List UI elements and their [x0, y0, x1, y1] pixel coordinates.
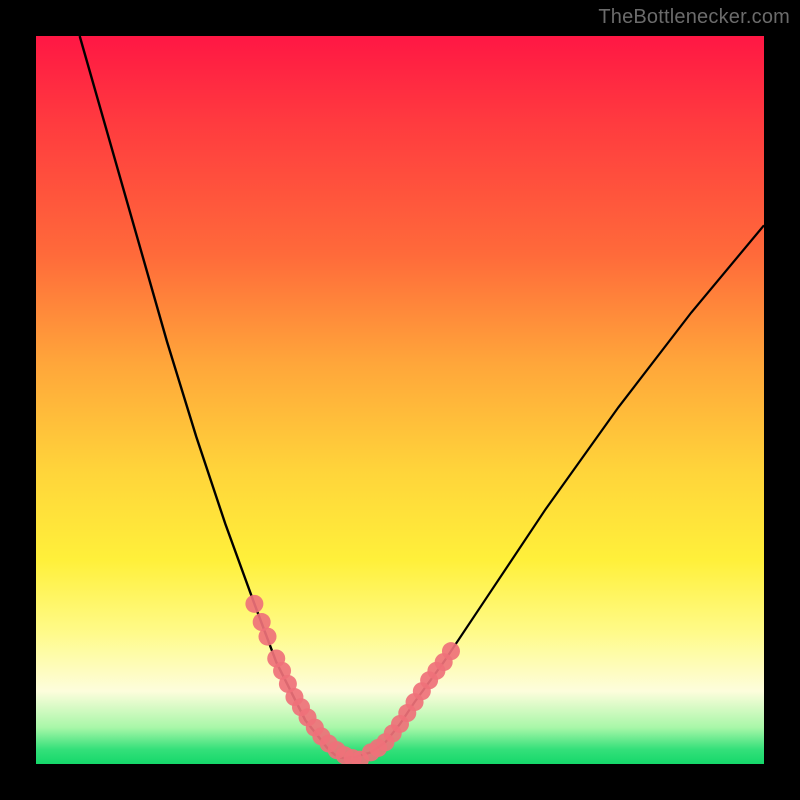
plot-area: [36, 36, 764, 764]
curve-marker: [442, 642, 460, 660]
curve-left-path: [80, 36, 342, 758]
marker-layer: [245, 595, 369, 764]
chart-svg: [36, 36, 764, 764]
curve-right-path: [342, 225, 764, 758]
curve-marker: [259, 628, 277, 646]
curve-layer: [80, 36, 764, 758]
curve-marker: [245, 595, 263, 613]
marker-layer-right: [362, 642, 460, 761]
outer-frame: TheBottlenecker.com: [0, 0, 800, 800]
watermark-text: TheBottlenecker.com: [598, 6, 790, 29]
